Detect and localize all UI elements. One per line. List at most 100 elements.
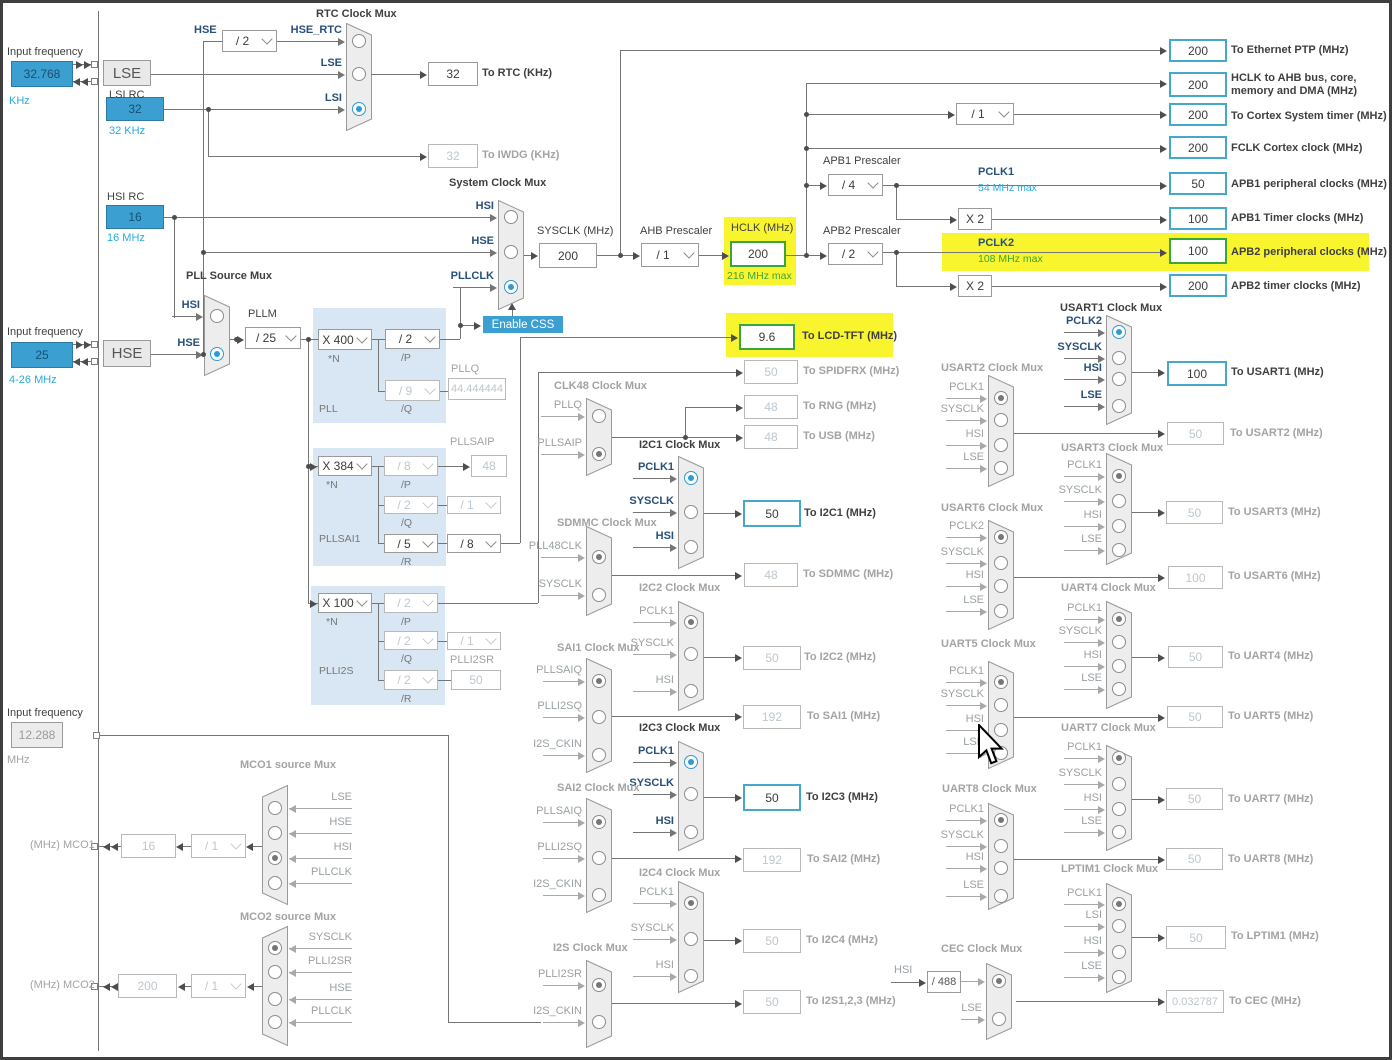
uart5-pclk1-radio[interactable] [994,675,1008,689]
fclk-value-field[interactable]: 200 [1169,136,1227,159]
uart4-lse-radio[interactable] [1112,682,1126,696]
uart8-hsi-radio[interactable] [994,861,1008,875]
uart8-pclk1-radio[interactable] [994,813,1008,827]
ethernet-ptp-value-field[interactable]: 200 [1169,39,1227,62]
cec-in0-radio[interactable] [992,974,1006,988]
i2c3-sysclk-radio[interactable] [684,787,698,801]
usart6-sysclk-radio[interactable] [994,556,1008,570]
sai2-pllsaiq-radio[interactable] [592,815,606,829]
pllsrc-hsi-radio[interactable] [210,309,224,323]
usart2-lse-radio[interactable] [994,461,1008,475]
uart5-sysclk-radio[interactable] [994,698,1008,712]
apb1-prescaler-select[interactable]: / 4 [828,174,883,196]
hsi-rc-field[interactable]: 16 [106,205,164,229]
hse-frequency-field[interactable]: 25 [11,342,73,368]
uart7-sysclk-radio[interactable] [1112,777,1126,791]
plli2s-n-select[interactable]: X 100 [318,593,372,613]
rtc-lsi-radio[interactable] [352,102,366,116]
usart3-sysclk-radio[interactable] [1112,494,1126,508]
hclk-value-field[interactable]: 200 [730,241,786,267]
i2c3-pclk1-radio[interactable] [684,755,698,769]
mco2-plli2sr-radio[interactable] [268,965,282,979]
usart3-pclk1-radio[interactable] [1112,469,1126,483]
sai2-plli2sq-radio[interactable] [592,851,606,865]
lse-frequency-field[interactable]: 32.768 [11,61,73,87]
lptim1-pclk1-radio[interactable] [1112,897,1126,911]
sysclk-value-field[interactable]: 200 [539,243,597,268]
apb2-prescaler-select[interactable]: / 2 [828,243,883,265]
pllm-select[interactable]: / 25 [245,327,301,349]
pllsai-n-select[interactable]: X 384 [318,456,372,476]
cortex-prescaler-select[interactable]: / 1 [956,103,1014,125]
apb2-peripheral-value-field[interactable]: 100 [1169,238,1227,264]
usart6-lse-radio[interactable] [994,604,1008,618]
uart7-lse-radio[interactable] [1112,825,1126,839]
i2c1-hsi-radio[interactable] [684,540,698,554]
pll-p-select[interactable]: / 2 [385,329,440,349]
cortex-timer-value-field[interactable]: 200 [1169,103,1227,126]
i2s-plli2sr-radio[interactable] [592,978,606,992]
i2c3-hsi-radio[interactable] [684,825,698,839]
i2c1-pclk1-radio[interactable] [684,471,698,485]
to-rtc-value-field[interactable]: 32 [428,62,478,86]
i2c4-hsi-radio[interactable] [684,969,698,983]
pll-n-select[interactable]: X 400 [318,329,372,350]
uart8-sysclk-radio[interactable] [994,839,1008,853]
uart4-pclk1-radio[interactable] [1112,612,1126,626]
clk48-pllq-radio[interactable] [592,409,606,423]
rtc-hse_rtc-radio[interactable] [352,34,366,48]
rtc-lse-radio[interactable] [352,67,366,81]
uart8-lse-radio[interactable] [994,889,1008,903]
sdmmc-pll48clk-radio[interactable] [592,550,606,564]
i2c1-sysclk-radio[interactable] [684,505,698,519]
cec-lse-radio[interactable] [992,1012,1006,1026]
usart2-pclk1-radio[interactable] [994,391,1008,405]
mco2-sysclk-radio[interactable] [268,941,282,955]
i2c2-sysclk-radio[interactable] [684,647,698,661]
mco1-hse-radio[interactable] [268,826,282,840]
to-i2c1-value-field[interactable]: 50 [743,500,801,527]
usart2-hsi-radio[interactable] [994,438,1008,452]
lptim1-hsi-radio[interactable] [1112,945,1126,959]
pllsai-rdiv-select[interactable]: / 8 [447,534,501,553]
i2s-i2s_ckin-radio[interactable] [592,1015,606,1029]
to-lcd-tft-value-field[interactable]: 9.6 [739,324,795,350]
pllsrc-hse-radio[interactable] [210,347,224,361]
uart4-hsi-radio[interactable] [1112,659,1126,673]
uart7-hsi-radio[interactable] [1112,802,1126,816]
usart3-lse-radio[interactable] [1112,543,1126,557]
lptim1-lse-radio[interactable] [1112,970,1126,984]
sdmmc-sysclk-radio[interactable] [592,588,606,602]
i2c4-pclk1-radio[interactable] [684,896,698,910]
usart6-pclk2-radio[interactable] [994,530,1008,544]
i2c2-hsi-radio[interactable] [684,684,698,698]
clk48-pllsaip-radio[interactable] [592,447,606,461]
usart1-lse-radio[interactable] [1112,399,1126,413]
usart1-pclk2-radio[interactable] [1112,325,1126,339]
usart1-sysclk-radio[interactable] [1112,351,1126,365]
sys-hsi-radio[interactable] [504,210,518,224]
lptim1-lsi-radio[interactable] [1112,919,1126,933]
hclk-ahb-value-field[interactable]: 200 [1169,72,1227,97]
sys-hse-radio[interactable] [504,245,518,259]
i2c2-pclk1-radio[interactable] [684,615,698,629]
apb1-timer-value-field[interactable]: 100 [1169,207,1227,230]
usart1-hsi-radio[interactable] [1112,372,1126,386]
mco1-hsi-radio[interactable] [268,851,282,865]
uart7-pclk1-radio[interactable] [1112,751,1126,765]
pllsai-r-select[interactable]: / 5 [384,534,438,553]
sai1-plli2sq-radio[interactable] [592,710,606,724]
to-i2c3-value-field[interactable]: 50 [743,784,801,811]
usart3-hsi-radio[interactable] [1112,519,1126,533]
apb1-peripheral-value-field[interactable]: 50 [1169,172,1227,195]
usart2-sysclk-radio[interactable] [994,413,1008,427]
mco1-pllclk-radio[interactable] [268,876,282,890]
mco2-pllclk-radio[interactable] [268,1015,282,1029]
uart4-sysclk-radio[interactable] [1112,635,1126,649]
ahb-prescaler-select[interactable]: / 1 [641,243,699,267]
enable-css-button[interactable]: Enable CSS [483,316,563,333]
apb2-timer-value-field[interactable]: 200 [1169,274,1227,297]
to-usart1-value-field[interactable]: 100 [1167,361,1227,386]
i2c4-sysclk-radio[interactable] [684,932,698,946]
usart6-hsi-radio[interactable] [994,579,1008,593]
